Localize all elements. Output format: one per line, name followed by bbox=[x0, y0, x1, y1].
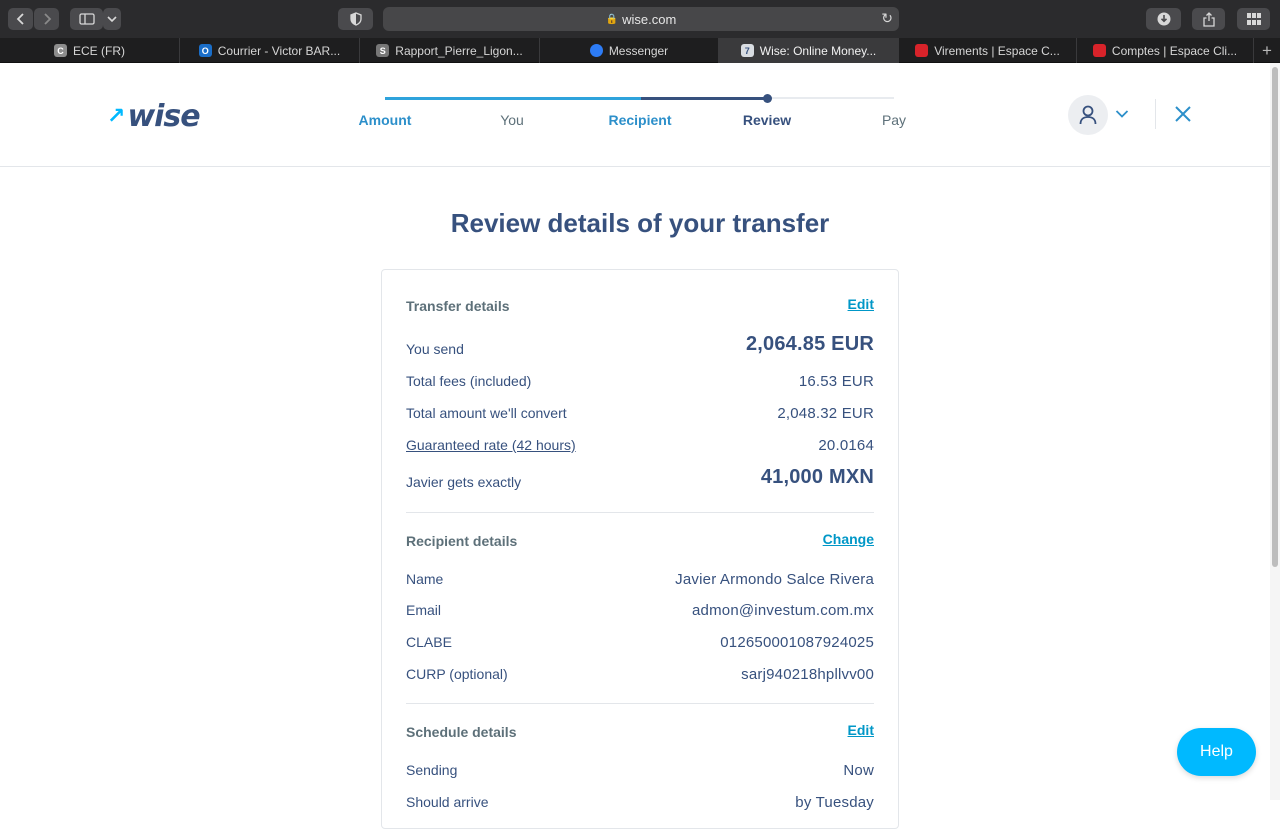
review-card: Transfer details Edit You send 2,064.85 … bbox=[381, 269, 899, 829]
tab-wise[interactable]: 7 Wise: Online Money... bbox=[719, 38, 899, 63]
ece-favicon-icon: C bbox=[54, 44, 67, 57]
tab-label: Rapport_Pierre_Ligon... bbox=[395, 43, 523, 58]
section-divider bbox=[406, 703, 874, 704]
address-bar[interactable]: 🔒 wise.com ↻ bbox=[383, 7, 899, 31]
page-header: ↗ wise Amount You Recipient Review Pay bbox=[0, 63, 1270, 167]
convert-label: Total amount we'll convert bbox=[406, 405, 567, 421]
reload-icon[interactable]: ↻ bbox=[881, 10, 893, 27]
tab-label: Comptes | Espace Cli... bbox=[1111, 43, 1238, 58]
chevron-down-icon bbox=[1115, 110, 1129, 118]
new-tab-button[interactable]: + bbox=[1254, 38, 1280, 63]
browser-toolbar: 🔒 wise.com ↻ bbox=[0, 0, 1280, 38]
edit-transfer-link[interactable]: Edit bbox=[848, 296, 874, 312]
tab-label: Wise: Online Money... bbox=[759, 43, 877, 58]
shield-icon bbox=[349, 12, 362, 26]
tab-overview-button[interactable] bbox=[1237, 8, 1270, 30]
progress-fill bbox=[385, 97, 767, 100]
section-divider bbox=[406, 512, 874, 513]
wise-flag-icon: ↗ bbox=[107, 104, 125, 129]
download-icon bbox=[1157, 12, 1170, 26]
transfer-details-heading: Transfer details bbox=[406, 298, 510, 314]
sidebar-button[interactable] bbox=[70, 8, 103, 30]
share-button[interactable] bbox=[1192, 8, 1225, 30]
you-send-value: 2,064.85 EUR bbox=[745, 333, 874, 355]
step-review: Review bbox=[742, 112, 792, 128]
convert-value: 2,048.32 EUR bbox=[777, 405, 874, 422]
outlook-favicon-icon: O bbox=[198, 44, 212, 57]
account-avatar[interactable] bbox=[1068, 95, 1108, 135]
sidebar-menu-button[interactable] bbox=[103, 8, 121, 30]
bank-favicon-icon bbox=[1092, 44, 1106, 57]
tab-bar: C ECE (FR) O Courrier - Victor BAR... S … bbox=[0, 38, 1280, 63]
tab-ece[interactable]: C ECE (FR) bbox=[0, 38, 180, 63]
downloads-button[interactable] bbox=[1146, 8, 1181, 30]
change-recipient-link[interactable]: Change bbox=[823, 531, 874, 547]
recipient-details-heading: Recipient details bbox=[406, 533, 518, 549]
name-label: Name bbox=[406, 571, 444, 587]
sending-value: Now bbox=[843, 762, 874, 779]
email-label: Email bbox=[406, 602, 442, 618]
account-menu-toggle[interactable] bbox=[1115, 106, 1129, 124]
guaranteed-rate-link[interactable]: Guaranteed rate (42 hours) bbox=[406, 437, 576, 453]
tab-label: Virements | Espace C... bbox=[934, 43, 1060, 58]
arrive-value: by Tuesday bbox=[795, 794, 874, 811]
lock-icon: 🔒 bbox=[605, 13, 619, 25]
step-pay: Pay bbox=[881, 112, 907, 128]
sending-label: Sending bbox=[406, 762, 458, 778]
tab-rapport[interactable]: S Rapport_Pierre_Ligon... bbox=[360, 38, 540, 63]
clabe-value: 012650001087924025 bbox=[720, 634, 874, 651]
progress-current-dot bbox=[763, 94, 772, 103]
rate-value: 20.0164 bbox=[818, 437, 874, 454]
share-icon bbox=[1202, 11, 1215, 27]
step-amount[interactable]: Amount bbox=[330, 112, 440, 128]
curp-label: CURP (optional) bbox=[406, 666, 508, 682]
messenger-favicon-icon bbox=[589, 44, 603, 57]
tab-courrier[interactable]: O Courrier - Victor BAR... bbox=[180, 38, 360, 63]
sidebar-icon bbox=[78, 13, 95, 25]
email-value: admon@investum.com.mx bbox=[692, 602, 874, 619]
recipient-gets-value: 41,000 MXN bbox=[760, 466, 874, 488]
help-button[interactable]: Help bbox=[1177, 728, 1256, 776]
document-favicon-icon: S bbox=[376, 44, 390, 57]
chevron-left-icon bbox=[16, 13, 24, 25]
logo-text: wise bbox=[127, 99, 200, 134]
plus-icon: + bbox=[1262, 40, 1272, 60]
tab-virements[interactable]: Virements | Espace C... bbox=[899, 38, 1077, 63]
tab-messenger[interactable]: Messenger bbox=[540, 38, 719, 63]
back-button[interactable] bbox=[8, 8, 33, 30]
tab-comptes[interactable]: Comptes | Espace Cli... bbox=[1077, 38, 1254, 63]
clabe-label: CLABE bbox=[406, 634, 452, 650]
privacy-button[interactable] bbox=[338, 8, 373, 30]
tab-label: ECE (FR) bbox=[73, 43, 125, 58]
close-button[interactable] bbox=[1174, 105, 1192, 128]
recipient-gets-label: Javier gets exactly bbox=[406, 474, 522, 490]
page-title: Review details of your transfer bbox=[450, 208, 830, 238]
bank-favicon-icon bbox=[915, 44, 929, 57]
url-text: wise.com bbox=[622, 11, 677, 27]
close-icon bbox=[1175, 106, 1191, 122]
tab-label: Messenger bbox=[608, 43, 669, 58]
header-divider bbox=[1155, 99, 1156, 129]
you-send-label: You send bbox=[406, 341, 464, 357]
curp-value: sarj940218hpllvv00 bbox=[741, 666, 874, 683]
name-value: Javier Armondo Salce Rivera bbox=[675, 571, 874, 588]
wise-logo[interactable]: ↗ wise bbox=[107, 99, 201, 134]
fees-value: 16.53 EUR bbox=[798, 373, 874, 390]
fees-label: Total fees (included) bbox=[406, 373, 532, 389]
step-recipient[interactable]: Recipient bbox=[585, 112, 695, 128]
wise-favicon-icon: 7 bbox=[740, 44, 754, 57]
tab-label: Courrier - Victor BAR... bbox=[217, 43, 341, 58]
schedule-details-heading: Schedule details bbox=[406, 724, 517, 740]
step-you: You bbox=[500, 112, 524, 128]
forward-button[interactable] bbox=[34, 8, 59, 30]
grid-icon bbox=[1246, 13, 1261, 25]
chevron-right-icon bbox=[43, 13, 51, 25]
edit-schedule-link[interactable]: Edit bbox=[848, 722, 874, 738]
user-icon bbox=[1079, 105, 1097, 125]
scrollbar-thumb[interactable] bbox=[1272, 67, 1278, 567]
page-scrollbar[interactable] bbox=[1270, 63, 1280, 800]
chevron-down-icon bbox=[107, 16, 117, 23]
arrive-label: Should arrive bbox=[406, 794, 489, 810]
